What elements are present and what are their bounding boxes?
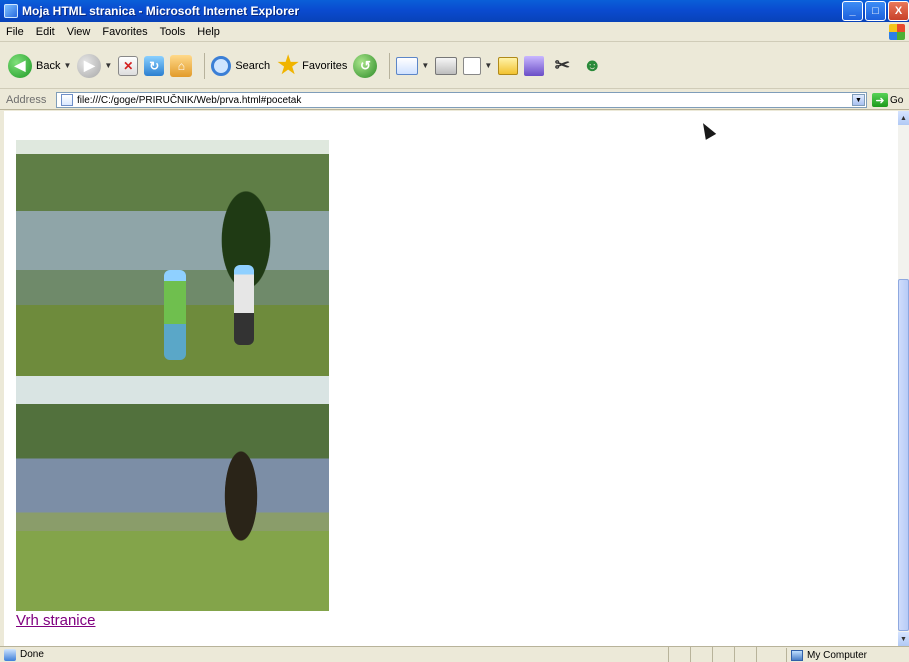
close-button[interactable]: X — [888, 1, 909, 21]
mail-icon — [396, 56, 419, 75]
zone-label: My Computer — [807, 649, 868, 661]
scroll-thumb[interactable] — [898, 279, 909, 631]
address-url[interactable]: file:///C:/goge/PRIRUČNIK/Web/prva.html#… — [77, 95, 301, 106]
stop-button[interactable]: ✕ — [118, 55, 139, 76]
menu-edit[interactable]: Edit — [30, 26, 61, 38]
research-icon — [524, 55, 545, 76]
back-button[interactable]: ◀ Back ▼ — [8, 53, 71, 78]
go-label: Go — [890, 94, 904, 106]
tool-button[interactable]: ✂ — [550, 54, 574, 78]
status-panel — [712, 647, 734, 662]
favorites-button[interactable]: ★ Favorites — [276, 52, 348, 79]
address-input[interactable]: file:///C:/goge/PRIRUČNIK/Web/prva.html#… — [56, 92, 867, 108]
minimize-button[interactable]: _ — [842, 1, 863, 21]
refresh-button[interactable]: ↻ — [144, 55, 165, 76]
menu-favorites[interactable]: Favorites — [96, 26, 153, 38]
status-panel — [668, 647, 690, 662]
windows-logo-icon — [889, 24, 905, 40]
lake-photo-children — [16, 140, 329, 376]
menu-bar: File Edit View Favorites Tools Help — [0, 22, 909, 42]
mail-dropdown-icon[interactable]: ▼ — [421, 61, 429, 70]
messenger-icon: ☻ — [582, 55, 602, 75]
edit-button[interactable]: ▼ — [463, 56, 492, 75]
menu-file[interactable]: File — [0, 26, 30, 38]
status-text: Done — [20, 649, 44, 660]
ie-icon — [4, 4, 18, 18]
menu-help[interactable]: Help — [191, 26, 226, 38]
research-button[interactable] — [524, 55, 545, 76]
search-icon — [211, 55, 232, 76]
scroll-up-icon[interactable]: ▲ — [898, 111, 909, 125]
home-icon: ⌂ — [170, 54, 193, 77]
back-label: Back — [36, 59, 61, 72]
history-icon: ↺ — [353, 53, 378, 78]
maximize-button[interactable]: □ — [865, 1, 886, 21]
status-panel — [690, 647, 712, 662]
window-controls: _ □ X — [840, 1, 909, 21]
forward-button[interactable]: ▶ ▼ — [77, 53, 112, 78]
toolbar-separator — [204, 52, 206, 79]
vertical-scrollbar[interactable]: ▲ ▼ — [898, 111, 909, 646]
address-dropdown-icon[interactable]: ▼ — [852, 94, 865, 106]
title-bar[interactable]: Moja HTML stranica - Microsoft Internet … — [0, 0, 909, 22]
home-button[interactable]: ⌂ — [170, 54, 193, 77]
child-figure — [164, 270, 186, 360]
search-label: Search — [235, 59, 271, 72]
go-button[interactable]: ➜ Go — [872, 93, 903, 107]
scroll-down-icon[interactable]: ▼ — [898, 632, 909, 646]
forward-arrow-icon: ▶ — [77, 53, 102, 78]
refresh-icon: ↻ — [144, 55, 165, 76]
print-button[interactable] — [435, 56, 458, 75]
page-icon — [61, 94, 73, 106]
address-bar: Address file:///C:/goge/PRIRUČNIK/Web/pr… — [0, 90, 909, 110]
go-arrow-icon: ➜ — [872, 93, 888, 107]
edit-dropdown-icon[interactable]: ▼ — [484, 61, 492, 70]
forward-dropdown-icon[interactable]: ▼ — [104, 61, 112, 70]
page-done-icon — [4, 648, 16, 661]
stop-icon: ✕ — [118, 55, 139, 76]
menu-view[interactable]: View — [61, 26, 97, 38]
menu-tools[interactable]: Tools — [154, 26, 192, 38]
messenger-button[interactable]: ☻ — [580, 54, 604, 78]
computer-icon — [791, 649, 803, 661]
mail-button[interactable]: ▼ — [396, 56, 429, 75]
lake-photo-trees — [16, 376, 329, 611]
status-panel — [756, 647, 778, 662]
address-label: Address — [6, 93, 47, 106]
printer-icon — [435, 56, 458, 75]
search-button[interactable]: Search — [211, 55, 271, 76]
back-dropdown-icon[interactable]: ▼ — [63, 61, 71, 70]
folder-button[interactable] — [498, 56, 519, 75]
folder-icon — [498, 56, 519, 75]
standard-toolbar: ◀ Back ▼ ▶ ▼ ✕ ↻ ⌂ Search ★ Favorites ↺ … — [0, 43, 909, 89]
back-arrow-icon: ◀ — [8, 53, 32, 78]
favorites-label: Favorites — [302, 59, 348, 72]
tool-icon: ✂ — [554, 55, 570, 75]
status-panel — [734, 647, 756, 662]
status-panels — [668, 647, 778, 662]
back-to-top-link[interactable]: Vrh stranice — [16, 612, 95, 629]
toolbar-separator — [389, 52, 391, 79]
security-zone: My Computer — [786, 648, 867, 662]
page-content: Vrh stranice — [4, 111, 898, 646]
status-bar: Done My Computer — [0, 646, 909, 662]
edit-page-icon — [463, 56, 482, 75]
star-icon: ★ — [277, 52, 299, 79]
child-figure — [234, 265, 254, 345]
history-button[interactable]: ↺ — [353, 53, 378, 78]
window-title: Moja HTML stranica - Microsoft Internet … — [22, 4, 300, 18]
